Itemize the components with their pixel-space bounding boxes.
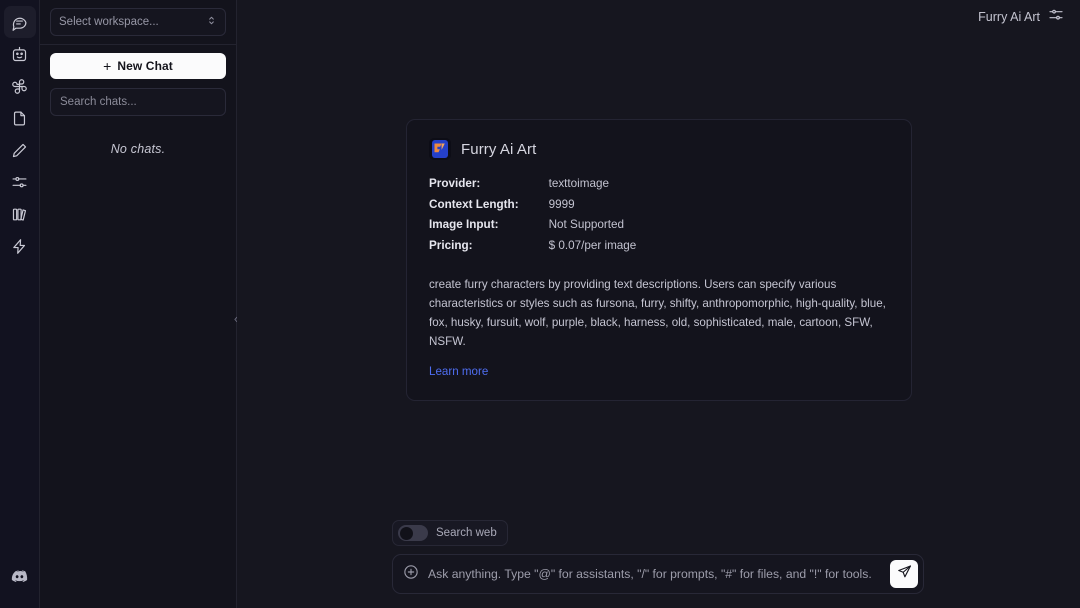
- sidebar-item-chats[interactable]: [4, 6, 36, 38]
- sliders-icon: [1048, 7, 1064, 28]
- search-chats-input[interactable]: Search chats...: [50, 88, 226, 116]
- table-row: Pricing: $ 0.07/per image: [429, 238, 636, 259]
- sidebar-item-settings[interactable]: [4, 166, 36, 198]
- sidebar-divider: [40, 44, 236, 45]
- model-spec-table: Provider: texttoimage Context Length: 99…: [429, 176, 636, 258]
- sidebar-item-prompts[interactable]: [4, 134, 36, 166]
- search-web-label: Search web: [436, 527, 497, 539]
- toggle-knob: [400, 527, 413, 540]
- sidebar-item-files[interactable]: [4, 102, 36, 134]
- spec-value: 9999: [549, 197, 637, 218]
- model-description: create furry characters by providing tex…: [429, 276, 889, 351]
- prompts-icon: [11, 142, 28, 159]
- chats-empty-state: No chats.: [50, 142, 226, 156]
- table-row: Image Input: Not Supported: [429, 217, 636, 238]
- workspace-select-label: Select workspace...: [59, 16, 159, 28]
- discord-icon: [10, 567, 29, 586]
- spec-key: Pricing:: [429, 238, 549, 259]
- chat-icon: [11, 14, 28, 31]
- model-card-header: Furry Ai Art: [429, 138, 889, 160]
- composer-options-row: Search web: [392, 520, 924, 546]
- sidebar-item-plugins[interactable]: [4, 70, 36, 102]
- library-icon: [11, 206, 28, 223]
- chat-sidebar: Select workspace... + New Chat Search ch…: [40, 0, 237, 608]
- assistants-icon: [11, 46, 28, 63]
- send-button[interactable]: [890, 560, 918, 588]
- table-row: Context Length: 9999: [429, 197, 636, 218]
- message-input[interactable]: Ask anything. Type "@" for assistants, "…: [428, 567, 881, 581]
- new-chat-label: New Chat: [117, 59, 172, 73]
- chevron-updown-icon: [206, 14, 217, 30]
- top-bar: Furry Ai Art: [237, 0, 1080, 34]
- attach-button[interactable]: [403, 564, 419, 585]
- page-title: Furry Ai Art: [978, 10, 1040, 24]
- spec-value: $ 0.07/per image: [549, 238, 637, 259]
- files-icon: [11, 110, 28, 127]
- main-area: Furry Ai Art: [237, 0, 1080, 608]
- spec-key: Context Length:: [429, 197, 549, 218]
- chat-settings-button[interactable]: [1048, 7, 1064, 28]
- search-chats-placeholder: Search chats...: [60, 96, 137, 108]
- new-chat-button[interactable]: + New Chat: [50, 53, 226, 79]
- toggle-switch[interactable]: [398, 525, 428, 541]
- sidebar-item-library[interactable]: [4, 198, 36, 230]
- chat-canvas: Furry Ai Art Provider: texttoimage Conte…: [237, 34, 1080, 608]
- spec-value: Not Supported: [549, 217, 637, 238]
- model-card-title: Furry Ai Art: [461, 141, 536, 158]
- sidebar-item-assistants[interactable]: [4, 38, 36, 70]
- send-paper-plane-icon: [897, 564, 912, 584]
- plus-icon: +: [103, 59, 111, 73]
- workspace-select[interactable]: Select workspace...: [50, 8, 226, 36]
- sidebar-item-tools[interactable]: [4, 230, 36, 262]
- settings-sliders-icon: [11, 174, 28, 191]
- model-info-card: Furry Ai Art Provider: texttoimage Conte…: [406, 119, 912, 401]
- spec-key: Image Input:: [429, 217, 549, 238]
- composer: Search web Ask anything. Type "@" for as…: [392, 520, 924, 594]
- table-row: Provider: texttoimage: [429, 176, 636, 197]
- tools-bolt-icon: [11, 238, 28, 255]
- learn-more-link[interactable]: Learn more: [429, 365, 488, 378]
- icon-rail: [0, 0, 40, 608]
- furry-ai-art-logo: [429, 138, 451, 160]
- spec-value: texttoimage: [549, 176, 637, 197]
- message-input-bar[interactable]: Ask anything. Type "@" for assistants, "…: [392, 554, 924, 594]
- discord-link[interactable]: [4, 560, 36, 592]
- plugins-icon: [11, 78, 28, 95]
- plus-circle-icon: [403, 564, 419, 585]
- search-web-toggle[interactable]: Search web: [392, 520, 508, 546]
- spec-key: Provider:: [429, 176, 549, 197]
